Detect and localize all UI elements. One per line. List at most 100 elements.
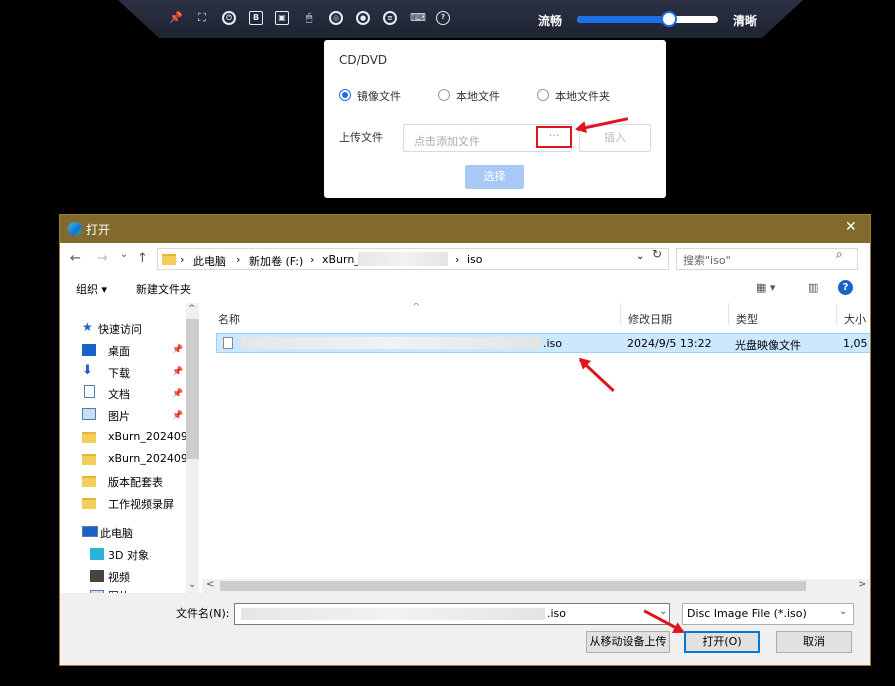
nav-this-pc[interactable]: 此电脑 <box>100 525 133 541</box>
video-icon <box>90 570 104 582</box>
breadcrumb-iso[interactable]: iso <box>467 253 483 266</box>
horizontal-scrollbar-thumb[interactable] <box>220 581 806 591</box>
open-button[interactable]: 打开(O) <box>684 631 760 653</box>
picture-icon <box>82 408 96 420</box>
column-type[interactable]: 类型 <box>736 311 758 327</box>
nav-folder-xburn-1[interactable]: xBurn_2024090 <box>108 430 195 443</box>
quality-slider-fill <box>577 16 669 23</box>
radio-image-file[interactable] <box>339 89 351 101</box>
quality-high-label: 清晰 <box>733 14 758 28</box>
radio-image-file-label[interactable]: 镜像文件 <box>357 88 401 104</box>
address-dropdown-icon[interactable]: ⌄ <box>636 251 644 262</box>
nav-documents[interactable]: 文档 <box>108 386 130 402</box>
folder-icon <box>82 498 96 509</box>
scroll-left-icon[interactable]: < <box>206 579 214 590</box>
pin-icon: 📌 <box>172 389 184 399</box>
new-folder-button[interactable]: 新建文件夹 <box>136 281 191 297</box>
file-type: 光盘映像文件 <box>735 339 801 352</box>
nav-desktop[interactable]: 桌面 <box>108 343 130 359</box>
breadcrumb-this-pc[interactable]: 此电脑 <box>193 253 226 269</box>
breadcrumb-sep: › <box>455 253 460 266</box>
star-icon: ★ <box>82 320 93 334</box>
scroll-up-icon[interactable]: ^ <box>188 304 196 314</box>
recent-locations-icon[interactable]: ⌄ <box>120 249 128 260</box>
nav-folder-recordings[interactable]: 工作视频录屏 <box>108 496 174 512</box>
file-type-select[interactable]: Disc Image File (*.iso) ⌄ <box>682 603 854 625</box>
folder-icon <box>162 254 176 265</box>
folder-icon <box>82 476 96 487</box>
column-modified[interactable]: 修改日期 <box>628 311 672 327</box>
forward-icon[interactable]: → <box>97 251 108 266</box>
screenshot-icon[interactable]: ▣ <box>275 11 289 25</box>
disc-icon[interactable]: ◎ <box>329 11 343 25</box>
column-divider[interactable] <box>836 303 837 325</box>
file-name-suffix: .iso <box>543 337 563 350</box>
column-divider[interactable] <box>620 303 621 325</box>
power-icon[interactable]: ⏻ <box>222 11 236 25</box>
radio-local-folder-label[interactable]: 本地文件夹 <box>555 88 610 104</box>
redacted-text <box>358 252 448 266</box>
address-bar[interactable]: › 此电脑 › 新加卷 (F:) › xBurn_ › iso ⌄ <box>157 248 669 270</box>
close-icon[interactable]: ✕ <box>845 219 857 235</box>
breadcrumb-sep: › <box>180 253 185 266</box>
quality-slider-thumb[interactable] <box>660 11 677 27</box>
back-icon[interactable]: ← <box>70 251 81 266</box>
pin-icon: 📌 <box>172 367 184 377</box>
refresh-icon[interactable]: ↻ <box>652 247 662 261</box>
edge-app-icon <box>68 222 82 236</box>
download-icon: ⬇ <box>82 363 93 378</box>
upload-file-label: 上传文件 <box>339 131 383 144</box>
remote-toolbar: 📌 ⛶ ⏻ B ▣ 🖱 ◎ ● ≡ ⌨ ? 流畅 清晰 <box>118 0 803 38</box>
search-icon[interactable]: ⌕ <box>836 247 843 262</box>
open-file-dialog: 打开 ✕ ← → ⌄ ↑ › 此电脑 › 新加卷 (F:) › xBurn_ ›… <box>59 214 871 666</box>
radio-local-file[interactable] <box>438 89 450 101</box>
nav-quick-access[interactable]: 快速访问 <box>98 321 142 337</box>
dialog-footer: 文件名(N): .iso ⌄ Disc Image File (*.iso) ⌄… <box>60 593 870 665</box>
dialog-titlebar[interactable]: 打开 ✕ <box>60 215 870 243</box>
b-icon[interactable]: B <box>249 11 263 25</box>
file-modified: 2024/9/5 13:22 <box>627 337 712 350</box>
mouse-icon[interactable]: 🖱 <box>302 11 316 25</box>
up-icon[interactable]: ↑ <box>137 251 148 266</box>
computer-icon <box>82 526 98 537</box>
breadcrumb-xburn[interactable]: xBurn_ <box>322 253 360 266</box>
preview-pane-icon[interactable]: ▥ <box>808 281 818 294</box>
pin-icon[interactable]: 📌 <box>169 11 183 25</box>
scroll-right-icon[interactable]: > <box>858 579 866 590</box>
radio-local-folder[interactable] <box>537 89 549 101</box>
scroll-down-icon[interactable]: ⌄ <box>188 579 196 590</box>
nav-videos[interactable]: 视频 <box>108 569 130 585</box>
fullscreen-icon[interactable]: ⛶ <box>195 11 209 25</box>
menu-icon[interactable]: ≡ <box>383 11 397 25</box>
filename-dropdown-icon[interactable]: ⌄ <box>659 606 667 617</box>
organize-button[interactable]: 组织 ▾ <box>76 281 107 297</box>
upload-from-mobile-button[interactable]: 从移动设备上传 <box>586 631 670 653</box>
browse-button[interactable]: ··· <box>536 126 572 148</box>
breadcrumb-drive[interactable]: 新加卷 (F:) <box>249 253 303 269</box>
file-row[interactable]: .iso 2024/9/5 13:22 光盘映像文件 1,05 <box>216 333 870 353</box>
keyboard-icon[interactable]: ⌨ <box>410 11 426 25</box>
nav-downloads[interactable]: 下载 <box>108 365 130 381</box>
view-options-icon[interactable]: ▦ ▾ <box>756 281 775 294</box>
column-divider[interactable] <box>728 303 729 325</box>
nav-pictures[interactable]: 图片 <box>108 408 130 424</box>
nav-folder-xburn-2[interactable]: xBurn_2024090 <box>108 452 195 465</box>
record-icon[interactable]: ● <box>356 11 370 25</box>
sort-ascending-icon: ^ <box>412 303 421 313</box>
nav-folder-version[interactable]: 版本配套表 <box>108 474 163 490</box>
nav-3d-objects[interactable]: 3D 对象 <box>108 547 149 563</box>
radio-local-file-label[interactable]: 本地文件 <box>456 88 500 104</box>
redacted-text <box>241 337 541 349</box>
nav-scrollbar-thumb[interactable] <box>186 319 199 459</box>
document-icon <box>84 385 95 398</box>
column-size[interactable]: 大小 <box>844 311 866 327</box>
help-icon[interactable]: ? <box>436 11 450 25</box>
breadcrumb-sep: › <box>310 253 315 266</box>
column-name[interactable]: 名称 <box>218 311 240 327</box>
confirm-button[interactable]: 选择 <box>465 165 524 189</box>
search-input[interactable]: 搜索"iso" <box>676 248 858 270</box>
file-size: 1,05 <box>843 337 868 350</box>
cancel-button[interactable]: 取消 <box>776 631 852 653</box>
help-icon[interactable]: ? <box>838 280 853 295</box>
filename-input[interactable]: .iso ⌄ <box>234 603 670 625</box>
